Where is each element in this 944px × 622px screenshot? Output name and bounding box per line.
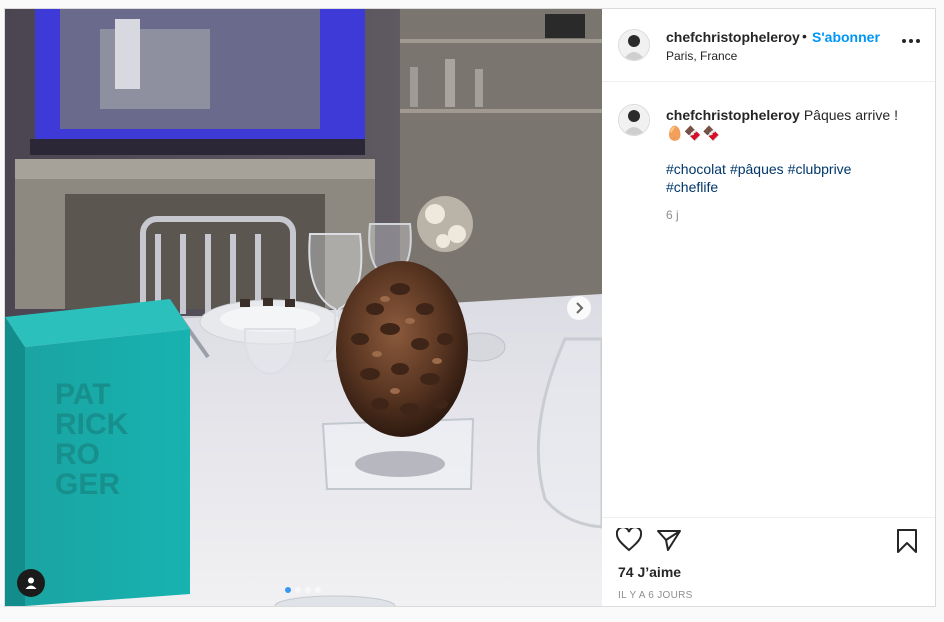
box-brand-line-1: PAT — [55, 378, 111, 411]
chevron-right-icon — [576, 302, 584, 314]
post-timestamp[interactable]: IL Y A 6 JOURS — [618, 590, 693, 601]
comments-section: chefchristopheleroy Pâques arrive ! 🥚🍫🍫 #… — [602, 82, 935, 517]
box-brand-line-3: RO — [55, 438, 100, 471]
share-icon[interactable] — [656, 528, 682, 557]
post-side-panel: chefchristopheleroy • S'abonner Paris, F… — [602, 9, 935, 606]
caption-username-link[interactable]: chefchristopheleroy — [666, 107, 800, 123]
heart-icon[interactable] — [615, 526, 643, 557]
hashtag-link[interactable]: #cheflife — [666, 179, 718, 195]
hashtag-link[interactable]: #pâques — [730, 161, 784, 177]
carousel-dot — [305, 587, 311, 593]
caption-text: Pâques arrive ! — [803, 107, 898, 123]
post-caption: chefchristopheleroy Pâques arrive ! 🥚🍫🍫 — [666, 106, 926, 142]
avatar[interactable] — [618, 29, 650, 61]
follow-button[interactable]: S'abonner — [812, 29, 880, 45]
chocolate-egg-photo: PAT RICK RO GER — [5, 9, 602, 606]
carousel-dot — [285, 587, 291, 593]
hashtag-list: #chocolat #pâques #clubprive #cheflife — [666, 160, 906, 196]
box-brand-line-4: GER — [55, 468, 120, 501]
post-header: chefchristopheleroy • S'abonner Paris, F… — [602, 9, 935, 82]
user-tags-button[interactable] — [17, 569, 45, 597]
likes-count[interactable]: 74 J’aime — [618, 564, 681, 580]
instagram-post: PAT RICK RO GER chefchristopheleroy • S'… — [4, 8, 936, 607]
username-link[interactable]: chefchristopheleroy — [666, 29, 800, 45]
caption-time[interactable]: 6 j — [666, 208, 679, 222]
carousel-indicator — [285, 587, 321, 593]
post-photo[interactable]: PAT RICK RO GER — [5, 9, 602, 606]
carousel-next-button[interactable] — [567, 296, 591, 320]
hashtag-link[interactable]: #chocolat — [666, 161, 726, 177]
separator-dot: • — [802, 28, 807, 44]
carousel-dot — [295, 587, 301, 593]
box-brand-line-2: RICK — [55, 408, 129, 441]
profile-photo-icon — [619, 30, 649, 60]
more-options-icon[interactable] — [902, 39, 920, 43]
avatar[interactable] — [618, 104, 650, 136]
profile-photo-icon — [619, 105, 649, 135]
action-bar: 74 J’aime IL Y A 6 JOURS — [602, 517, 935, 607]
hashtag-link[interactable]: #clubprive — [788, 161, 852, 177]
bookmark-icon[interactable] — [895, 528, 919, 559]
user-tag-icon — [25, 577, 37, 589]
location-link[interactable]: Paris, France — [666, 49, 737, 63]
caption-emojis: 🥚🍫🍫 — [666, 125, 722, 141]
carousel-dot — [315, 587, 321, 593]
